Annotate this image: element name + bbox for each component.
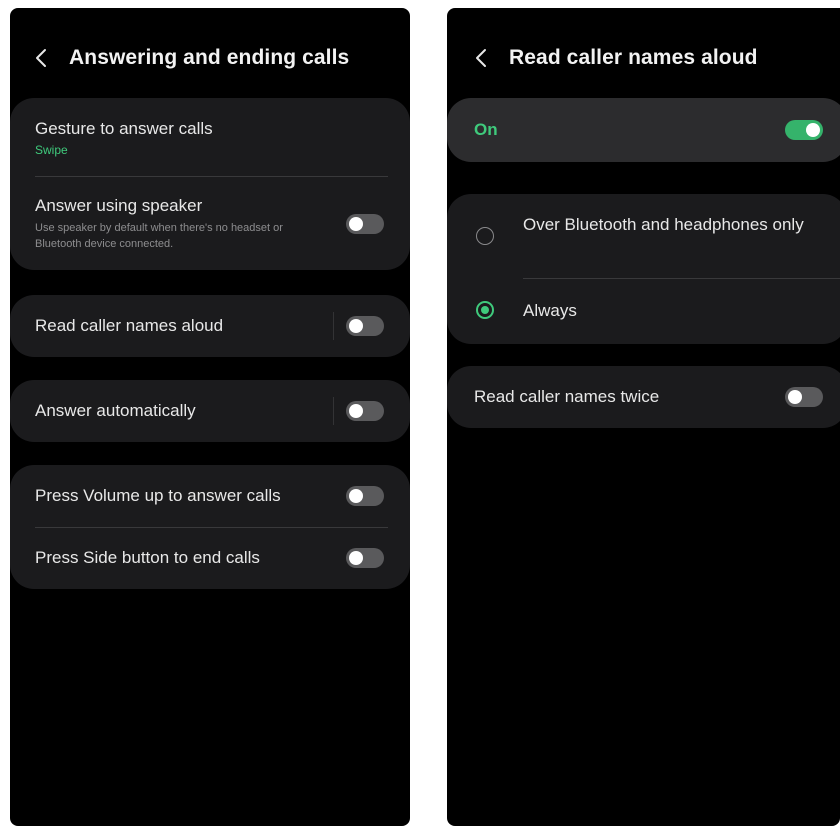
- answer-auto-card: Answer automatically: [10, 380, 410, 442]
- side-button-toggle[interactable]: [346, 548, 384, 568]
- read-twice-toggle[interactable]: [785, 387, 823, 407]
- volume-up-row[interactable]: Press Volume up to answer calls: [10, 465, 410, 527]
- master-switch-toggle[interactable]: [785, 120, 823, 140]
- back-arrow-icon[interactable]: [475, 48, 489, 68]
- answer-auto-row[interactable]: Answer automatically: [10, 380, 410, 442]
- read-names-row[interactable]: Read caller names aloud: [10, 295, 410, 357]
- answer-auto-label: Answer automatically: [35, 401, 196, 420]
- option-bluetooth-row[interactable]: Over Bluetooth and headphones only: [447, 194, 840, 278]
- speaker-toggle[interactable]: [346, 214, 384, 234]
- answer-auto-toggle[interactable]: [346, 401, 384, 421]
- header: Answering and ending calls: [35, 46, 349, 70]
- read-names-card: Read caller names aloud: [10, 295, 410, 357]
- read-twice-label: Read caller names twice: [474, 387, 660, 406]
- header: Read caller names aloud: [475, 46, 758, 70]
- volume-up-toggle[interactable]: [346, 486, 384, 506]
- gesture-label: Gesture to answer calls: [35, 119, 213, 138]
- back-arrow-icon[interactable]: [35, 48, 49, 68]
- answering-calls-screen: Answering and ending calls Gesture to an…: [10, 8, 410, 826]
- options-card: Over Bluetooth and headphones only Alway…: [447, 194, 840, 344]
- master-switch-label: On: [474, 120, 498, 139]
- radio-always[interactable]: [476, 301, 494, 319]
- volume-up-label: Press Volume up to answer calls: [35, 486, 281, 505]
- read-twice-card: Read caller names twice: [447, 366, 840, 428]
- vertical-divider: [333, 312, 334, 340]
- option-always-row[interactable]: Always: [447, 279, 840, 344]
- option-bluetooth-label: Over Bluetooth and headphones only: [523, 215, 804, 234]
- speaker-description: Use speaker by default when there's no h…: [35, 222, 283, 250]
- read-names-toggle[interactable]: [346, 316, 384, 336]
- page-title: Answering and ending calls: [69, 46, 350, 69]
- gesture-value: Swipe: [35, 143, 68, 157]
- master-switch-card[interactable]: On: [447, 98, 840, 162]
- buttons-card: Press Volume up to answer calls Press Si…: [10, 465, 410, 589]
- option-always-label: Always: [523, 301, 577, 320]
- read-names-label: Read caller names aloud: [35, 316, 224, 335]
- radio-bluetooth[interactable]: [476, 227, 494, 245]
- read-twice-row[interactable]: Read caller names twice: [447, 366, 840, 428]
- speaker-row[interactable]: Answer using speaker Use speaker by defa…: [10, 177, 410, 270]
- gesture-row[interactable]: Gesture to answer calls Swipe: [10, 98, 410, 176]
- side-button-label: Press Side button to end calls: [35, 548, 260, 567]
- speaker-label: Answer using speaker: [35, 196, 203, 215]
- vertical-divider: [333, 397, 334, 425]
- call-answer-card: Gesture to answer calls Swipe Answer usi…: [10, 98, 410, 270]
- side-button-row[interactable]: Press Side button to end calls: [10, 528, 410, 589]
- read-caller-names-screen: Read caller names aloud On Over Bluetoot…: [447, 8, 840, 826]
- page-title: Read caller names aloud: [509, 46, 758, 69]
